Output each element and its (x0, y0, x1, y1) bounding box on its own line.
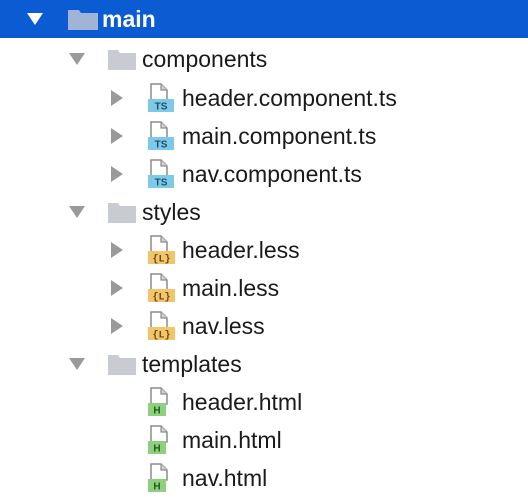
svg-text:TS: TS (155, 140, 168, 151)
folder-icon (108, 345, 136, 383)
tree-row-header-less[interactable]: {L} header.less (0, 231, 528, 269)
tree-label-file: nav.less (182, 313, 265, 339)
tree-row-main-component-ts[interactable]: TS main.component.ts (0, 117, 528, 155)
expand-arrow-icon[interactable] (66, 40, 88, 78)
expand-arrow-icon[interactable] (24, 0, 46, 38)
expand-arrow-icon[interactable] (66, 193, 88, 231)
tree-label-main: main (102, 6, 156, 32)
svg-text:{L}: {L} (152, 292, 170, 304)
svg-text:H: H (153, 406, 160, 417)
svg-text:H: H (153, 444, 160, 455)
collapse-arrow-icon[interactable] (106, 117, 128, 155)
tree-row-main[interactable]: main (0, 0, 528, 38)
typescript-file-icon: TS (148, 79, 176, 117)
typescript-file-icon: TS (148, 117, 176, 155)
typescript-file-icon: TS (148, 155, 176, 193)
svg-text:TS: TS (155, 102, 168, 113)
tree-row-nav-component-ts[interactable]: TS nav.component.ts (0, 155, 528, 193)
less-file-icon: {L} (148, 269, 176, 307)
tree-row-templates[interactable]: templates (0, 345, 528, 383)
tree-row-components[interactable]: components (0, 40, 528, 78)
less-file-icon: {L} (148, 231, 176, 269)
tree-row-styles[interactable]: styles (0, 193, 528, 231)
tree-label-file: main.component.ts (182, 123, 377, 149)
svg-text:{L}: {L} (152, 330, 170, 342)
tree-row-nav-html[interactable]: H nav.html (0, 459, 528, 497)
tree-label-file: header.component.ts (182, 85, 397, 111)
collapse-arrow-icon[interactable] (106, 155, 128, 193)
tree-row-main-html[interactable]: H main.html (0, 421, 528, 459)
tree-label-styles: styles (142, 199, 201, 225)
tree-label-file: header.html (182, 389, 303, 415)
tree-row-header-html[interactable]: H header.html (0, 383, 528, 421)
collapse-arrow-icon[interactable] (106, 307, 128, 345)
html-file-icon: H (148, 459, 176, 497)
folder-icon (108, 40, 136, 78)
tree-label-file: nav.component.ts (182, 161, 362, 187)
tree-label-file: nav.html (182, 465, 268, 491)
file-tree: main components TS header.component.ts T… (0, 0, 528, 498)
html-file-icon: H (148, 421, 176, 459)
tree-row-header-component-ts[interactable]: TS header.component.ts (0, 79, 528, 117)
tree-label-file: main.less (182, 275, 280, 301)
less-file-icon: {L} (148, 307, 176, 345)
collapse-arrow-icon[interactable] (106, 231, 128, 269)
svg-text:H: H (153, 482, 160, 493)
folder-icon (68, 0, 98, 38)
tree-label-file: header.less (182, 237, 300, 263)
collapse-arrow-icon[interactable] (106, 79, 128, 117)
tree-label-file: main.html (182, 427, 282, 453)
tree-label-components: components (142, 46, 268, 72)
tree-row-main-less[interactable]: {L} main.less (0, 269, 528, 307)
tree-row-nav-less[interactable]: {L} nav.less (0, 307, 528, 345)
folder-icon (108, 193, 136, 231)
collapse-arrow-icon[interactable] (106, 269, 128, 307)
expand-arrow-icon[interactable] (66, 345, 88, 383)
svg-text:TS: TS (155, 178, 168, 189)
html-file-icon: H (148, 383, 176, 421)
tree-label-templates: templates (142, 351, 242, 377)
svg-text:{L}: {L} (152, 254, 170, 266)
